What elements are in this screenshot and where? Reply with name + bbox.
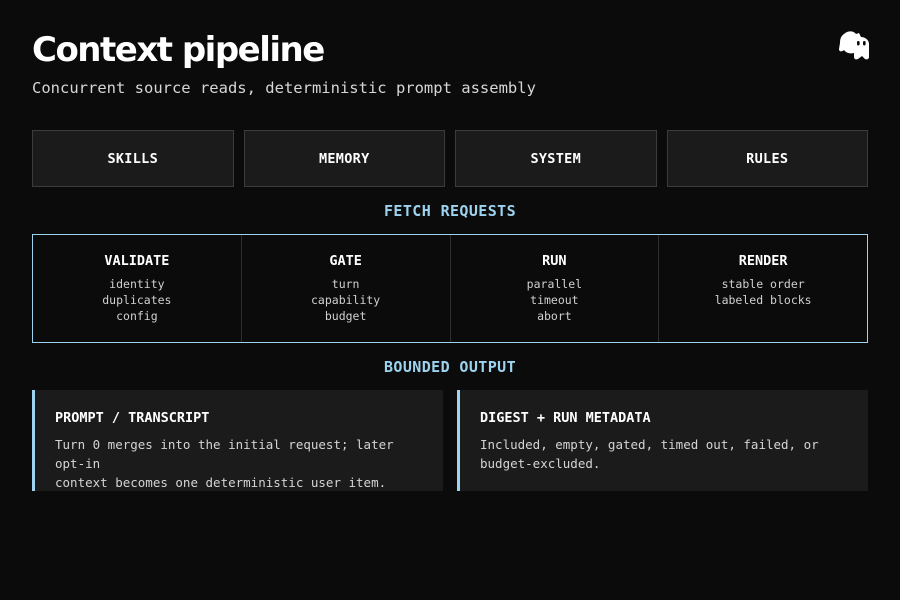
stage-title: RENDER [738,253,788,269]
stage-item: config [116,309,158,323]
source-skills: SKILLS [32,130,234,187]
fetch-stages: VALIDATE identity duplicates config GATE… [32,234,868,343]
output-card-prompt: PROMPT / TRANSCRIPT Turn 0 merges into t… [32,390,443,491]
stage-title: RUN [542,253,567,269]
stage-render: RENDER stable order labeled blocks [658,235,867,342]
page-title: Context pipeline [32,30,325,70]
stage-title: GATE [329,253,362,269]
stage-validate: VALIDATE identity duplicates config [33,235,241,342]
output-title: DIGEST + RUN METADATA [480,410,651,426]
page-subtitle: Concurrent source reads, deterministic p… [32,79,536,97]
fetch-requests-label: FETCH REQUESTS [383,202,517,220]
stage-item: labeled blocks [714,293,812,307]
stage-run: RUN parallel timeout abort [449,235,659,342]
source-memory: MEMORY [243,130,445,187]
stage-item: capability [311,293,381,307]
stage-item: duplicates [102,293,172,307]
output-line: Turn 0 merges into the initial request; … [55,437,394,471]
output-line: budget-excluded. [480,456,601,471]
stage-item: identity [109,277,165,291]
bounded-output-label: BOUNDED OUTPUT [383,358,517,376]
stage-item: turn [331,277,360,291]
source-rules: RULES [666,130,868,187]
stage-item: timeout [530,293,579,307]
output-description: Turn 0 merges into the initial request; … [55,435,423,492]
stage-item: stable order [721,277,805,291]
output-card-digest: DIGEST + RUN METADATA Included, empty, g… [457,390,868,491]
stage-item: budget [324,309,367,323]
output-title: PROMPT / TRANSCRIPT [55,410,210,426]
stage-gate: GATE turn capability budget [240,235,450,342]
claude-code-mascot-icon [839,31,869,60]
source-system: SYSTEM [455,130,657,187]
source-list: SKILLS MEMORY SYSTEM RULES [32,130,868,187]
stage-item: parallel [526,277,583,291]
output-line: context becomes one deterministic user i… [55,475,387,490]
output-line: Included, empty, gated, timed out, faile… [480,437,819,452]
output-description: Included, empty, gated, timed out, faile… [480,435,848,473]
stage-title: VALIDATE [104,253,170,269]
output-cards: PROMPT / TRANSCRIPT Turn 0 merges into t… [32,390,868,491]
stage-item: abort [537,309,572,323]
